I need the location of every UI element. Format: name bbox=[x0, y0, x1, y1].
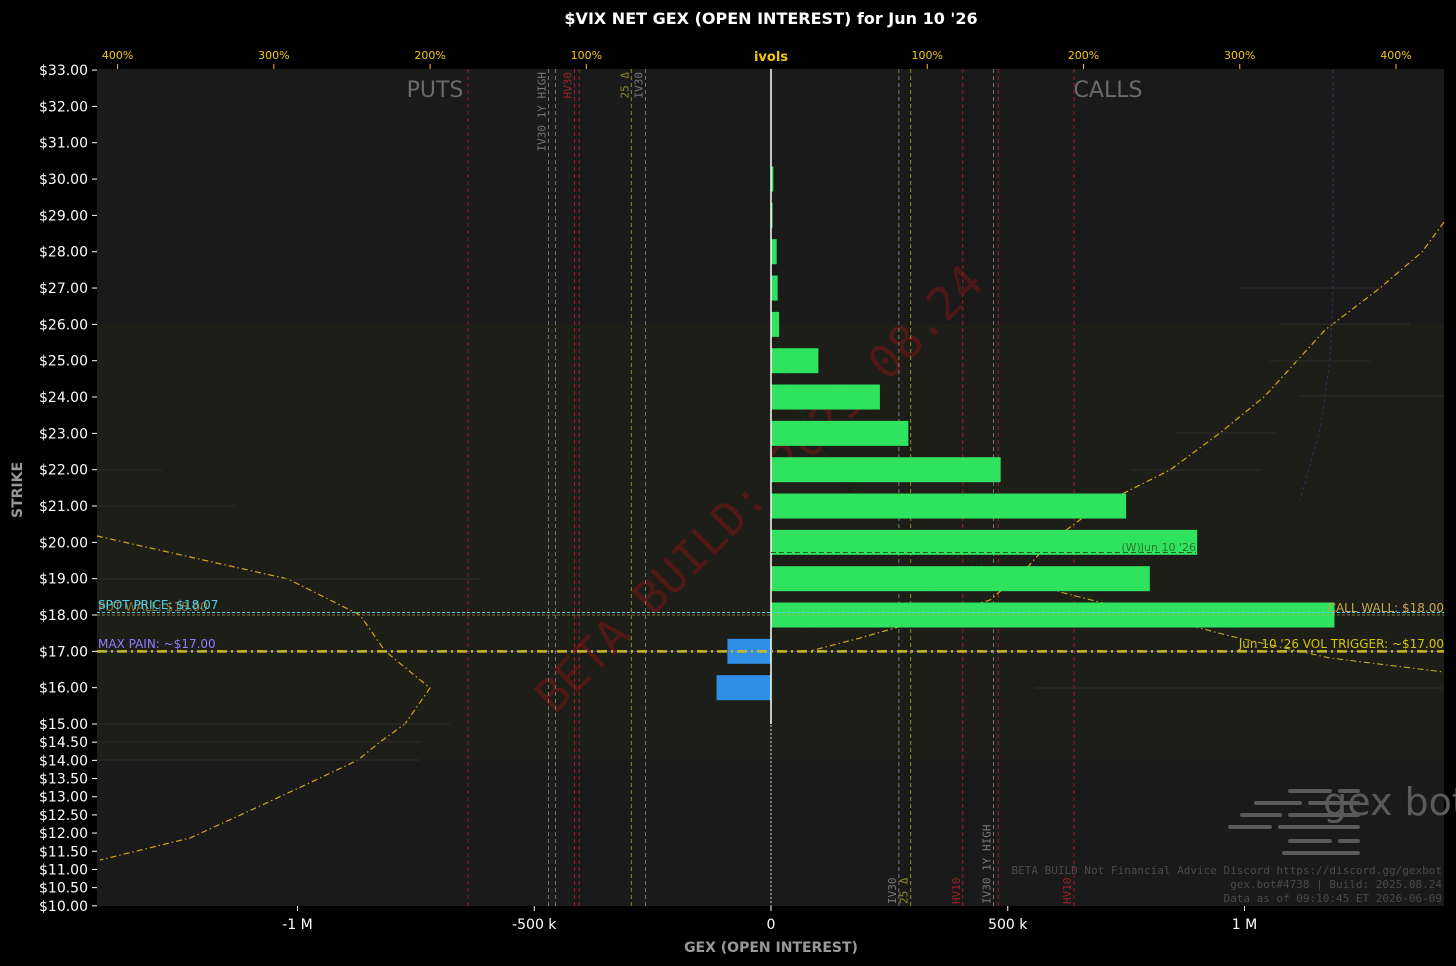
reference-vline-label: 25 Δ bbox=[618, 72, 631, 99]
chart-title: $VIX NET GEX (OPEN INTEREST) for Jun 10 … bbox=[564, 9, 977, 28]
y-tick-label: $12.50 bbox=[39, 808, 88, 824]
y-tick-label: $22.00 bbox=[39, 463, 88, 479]
y-tick-label: $21.00 bbox=[39, 499, 88, 515]
gex-bar bbox=[771, 420, 909, 446]
y-tick-label: $31.00 bbox=[39, 136, 88, 152]
y-tick-label: $32.00 bbox=[39, 99, 88, 115]
top-axis-label: ivols bbox=[754, 50, 788, 65]
max-pain-label: MAX PAIN: ~$17.00 bbox=[98, 637, 216, 651]
reference-vline-label: HV10 bbox=[1061, 878, 1074, 905]
gex-bar bbox=[771, 275, 778, 301]
puts-label: PUTS bbox=[407, 78, 464, 103]
y-tick-label: $14.50 bbox=[39, 735, 88, 751]
reference-vline-label: IV30 1Y HIGH bbox=[981, 825, 994, 904]
y-tick-label: $29.00 bbox=[39, 208, 88, 224]
y-tick-label: $15.00 bbox=[39, 717, 88, 733]
gex-bar bbox=[771, 239, 777, 265]
top-tick-label: 300% bbox=[1224, 49, 1255, 62]
y-tick-label: $23.00 bbox=[39, 426, 88, 442]
calls-label: CALLS bbox=[1074, 78, 1143, 103]
reference-vline-label: HV10 bbox=[950, 878, 963, 905]
x-tick-label: -500 k bbox=[512, 917, 557, 933]
x-tick-label: 0 bbox=[767, 917, 776, 933]
gex-bar bbox=[771, 493, 1127, 519]
vol-trigger-label: Jun 10 '26 VOL TRIGGER: ~$17.00 bbox=[1238, 637, 1444, 651]
x-tick-label: 500 k bbox=[988, 917, 1028, 933]
top-tick-label: 200% bbox=[414, 49, 445, 62]
top-tick-label: 100% bbox=[912, 49, 943, 62]
top-tick-label: 100% bbox=[571, 49, 602, 62]
x-tick-label: 1 M bbox=[1232, 917, 1257, 933]
gex-bar bbox=[716, 675, 771, 701]
top-tick-label: 200% bbox=[1068, 49, 1099, 62]
y-tick-label: $10.00 bbox=[39, 899, 88, 915]
reference-vline-label: IV30 1Y HIGH bbox=[535, 72, 548, 151]
logo-text: gex bot bbox=[1323, 780, 1456, 824]
gex-chart: BETA BUILD: 2025.08.24 IV30 1Y HIGH HV30 I… bbox=[0, 0, 1456, 966]
y-tick-label: $16.00 bbox=[39, 681, 88, 697]
gex-bar bbox=[771, 311, 780, 337]
spot-price-label: SPOT PRICE: $18.07 bbox=[98, 598, 218, 612]
reference-vline-label: IV30 bbox=[633, 72, 646, 99]
x-tick-label: -1 M bbox=[282, 917, 313, 933]
y-tick-label: $13.50 bbox=[39, 772, 88, 788]
y-tick-label: $11.00 bbox=[39, 862, 88, 878]
y-tick-label: $19.00 bbox=[39, 572, 88, 588]
top-tick-label: 300% bbox=[258, 49, 289, 62]
y-axis-title: STRIKE bbox=[10, 462, 26, 518]
expiry-line-label: (W)Jun 10 '26 bbox=[1121, 541, 1196, 554]
y-tick-label: $30.00 bbox=[39, 172, 88, 188]
gex-bar bbox=[771, 384, 880, 410]
y-tick-label: $20.00 bbox=[39, 535, 88, 551]
reference-vline-label: HV30 bbox=[561, 72, 574, 99]
y-tick-label: $28.00 bbox=[39, 245, 88, 261]
y-tick-label: $18.00 bbox=[39, 608, 88, 624]
reference-vline-label: 25 Δ bbox=[898, 877, 911, 904]
gex-bar bbox=[771, 348, 819, 374]
y-tick-label: $27.00 bbox=[39, 281, 88, 297]
y-tick-label: $14.00 bbox=[39, 753, 88, 769]
y-tick-label: $26.00 bbox=[39, 317, 88, 333]
footer-line-3: Data as of 09:10:45 ET 2026-06-09 bbox=[1223, 892, 1442, 905]
x-axis-title: GEX (OPEN INTEREST) bbox=[684, 940, 858, 956]
y-tick-label: $25.00 bbox=[39, 354, 88, 370]
y-tick-label: $17.00 bbox=[39, 644, 88, 660]
y-tick-label: $13.00 bbox=[39, 790, 88, 806]
gex-bar bbox=[771, 457, 1001, 483]
top-tick-label: 400% bbox=[102, 49, 133, 62]
y-tick-label: $12.00 bbox=[39, 826, 88, 842]
y-tick-label: $10.50 bbox=[39, 881, 88, 897]
y-tick-label: $11.50 bbox=[39, 844, 88, 860]
call-wall-label: CALL WALL: $18.00 bbox=[1328, 601, 1444, 615]
footer-line-2: gex.bot#4738 | Build: 2025.08.24 bbox=[1230, 878, 1442, 891]
footer-line-1: BETA BUILD Not Financial Advice Discord … bbox=[1012, 864, 1442, 877]
gex-bar bbox=[771, 566, 1150, 592]
y-tick-label: $24.00 bbox=[39, 390, 88, 406]
y-tick-label: $33.00 bbox=[39, 63, 88, 79]
top-tick-label: 400% bbox=[1380, 49, 1411, 62]
